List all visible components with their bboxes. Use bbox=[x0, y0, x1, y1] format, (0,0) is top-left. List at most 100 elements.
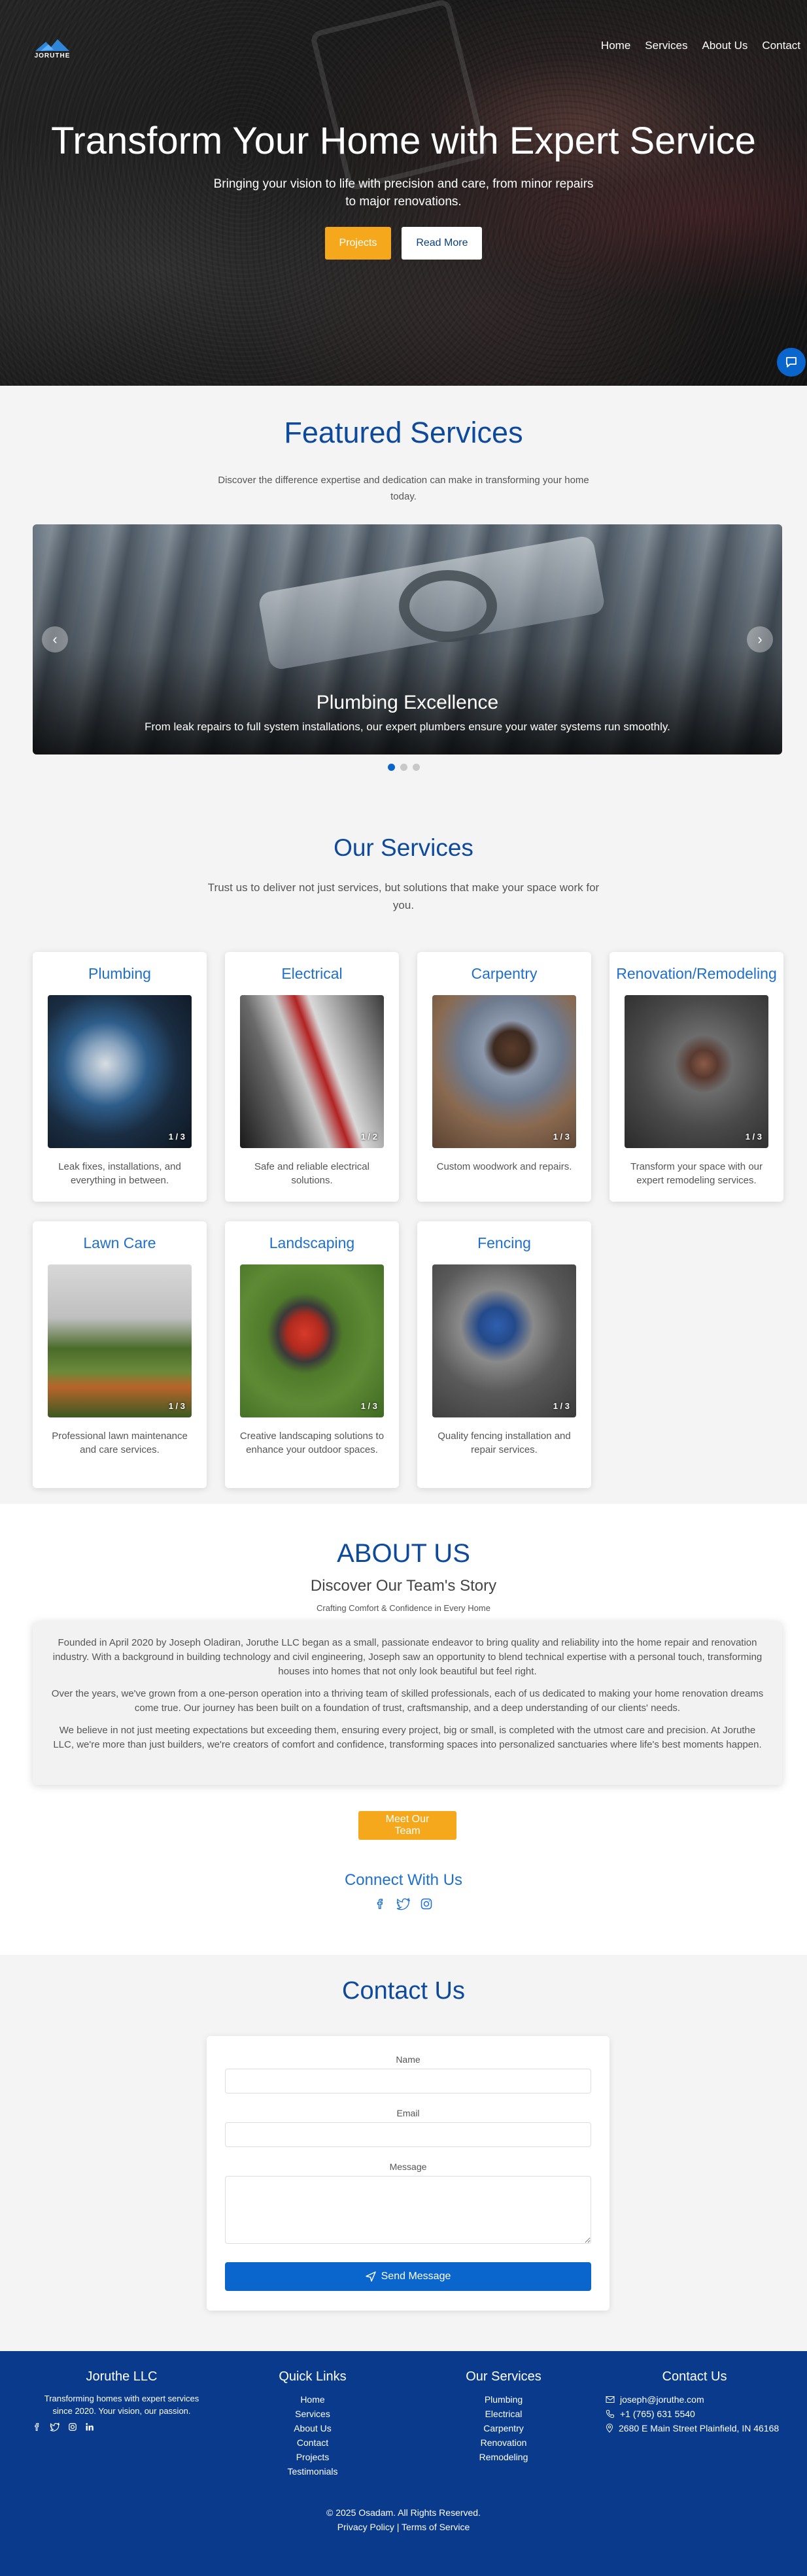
chat-icon bbox=[786, 357, 797, 367]
footer-link-contact[interactable]: Contact bbox=[221, 2435, 404, 2450]
logo-icon[interactable] bbox=[31, 34, 73, 64]
service-card-lawn-care[interactable]: Lawn Care 1 / 3 Professional lawn mainte… bbox=[33, 1221, 207, 1488]
footer-service-carpentry[interactable]: Carpentry bbox=[412, 2421, 595, 2435]
carousel-dot-3[interactable] bbox=[412, 764, 420, 771]
twitter-icon[interactable] bbox=[50, 2422, 60, 2432]
facebook-icon[interactable] bbox=[374, 1897, 387, 1910]
featured-title: Featured Services bbox=[284, 416, 523, 449]
send-message-button[interactable]: Send Message bbox=[225, 2262, 591, 2291]
featured-carousel[interactable]: ‹ › Plumbing Excellence From leak repair… bbox=[33, 524, 782, 754]
meet-our-team-button[interactable]: Meet Our Team bbox=[358, 1811, 456, 1840]
footer-phone-row[interactable]: +1 (765) 631 5540 bbox=[603, 2407, 786, 2421]
footer-link-services[interactable]: Services bbox=[221, 2407, 404, 2421]
footer-service-remodeling[interactable]: Remodeling bbox=[412, 2450, 595, 2464]
card-description: Quality fencing installation and repair … bbox=[438, 1431, 571, 1455]
about-paragraph-2: Over the years, we've grown from a one-p… bbox=[51, 1688, 764, 1714]
card-title: Renovation/Remodeling bbox=[616, 965, 777, 982]
card-description: Custom woodwork and repairs. bbox=[436, 1161, 572, 1172]
footer-address: 2680 E Main Street Plainfield, IN 46168 bbox=[619, 2423, 780, 2433]
card-image[interactable]: 1 / 3 bbox=[48, 995, 192, 1148]
service-card-electrical[interactable]: Electrical 1 / 2 Safe and reliable elect… bbox=[225, 952, 399, 1202]
chevron-right-icon: › bbox=[757, 631, 763, 647]
nav-home-link[interactable]: Home bbox=[601, 39, 630, 52]
footer-service-renovation[interactable]: Renovation bbox=[412, 2435, 595, 2450]
card-title: Landscaping bbox=[269, 1234, 355, 1251]
footer-email: joseph@joruthe.com bbox=[620, 2394, 704, 2405]
footer-email-row[interactable]: joseph@joruthe.com bbox=[603, 2392, 786, 2407]
card-image[interactable]: 1 / 3 bbox=[240, 1264, 384, 1417]
email-label: Email bbox=[396, 2108, 420, 2118]
mail-icon bbox=[606, 2396, 615, 2403]
service-card-fencing[interactable]: Fencing 1 / 3 Quality fencing installati… bbox=[417, 1221, 591, 1488]
message-field[interactable] bbox=[225, 2176, 591, 2244]
instagram-icon[interactable] bbox=[420, 1897, 433, 1910]
image-counter: 1 / 3 bbox=[168, 1132, 185, 1142]
legal-separator: | bbox=[396, 2522, 400, 2532]
footer-quick-links-column: Quick Links Home Services About Us Conta… bbox=[221, 2369, 404, 2479]
privacy-policy-link[interactable]: Privacy Policy bbox=[337, 2522, 394, 2532]
email-field[interactable] bbox=[225, 2122, 591, 2147]
footer-service-plumbing[interactable]: Plumbing bbox=[412, 2392, 595, 2407]
image-counter: 1 / 2 bbox=[360, 1132, 377, 1142]
card-description: Safe and reliable electrical solutions. bbox=[254, 1161, 369, 1186]
name-field[interactable] bbox=[225, 2069, 591, 2093]
footer-contact-column: Contact Us joseph@joruthe.com +1 (765) 6… bbox=[603, 2369, 786, 2435]
footer-link-home[interactable]: Home bbox=[221, 2392, 404, 2407]
hero-buttons: Projects Read More bbox=[0, 227, 807, 260]
footer-link-projects[interactable]: Projects bbox=[221, 2450, 404, 2464]
service-card-plumbing[interactable]: Plumbing 1 / 3 Leak fixes, installations… bbox=[33, 952, 207, 1202]
carousel-next-button[interactable]: › bbox=[747, 626, 773, 652]
read-more-button[interactable]: Read More bbox=[402, 227, 483, 260]
carousel-dot-1[interactable] bbox=[387, 764, 395, 771]
footer-about-text: Transforming homes with expert services … bbox=[44, 2394, 199, 2416]
card-title: Fencing bbox=[477, 1234, 531, 1251]
footer-services-title: Our Services bbox=[466, 2369, 541, 2384]
featured-services-section: Featured Services Discover the differenc… bbox=[0, 386, 807, 817]
connect-title: Connect With Us bbox=[344, 1871, 463, 1889]
instagram-icon[interactable] bbox=[68, 2422, 77, 2432]
terms-of-service-link[interactable]: Terms of Service bbox=[402, 2522, 470, 2532]
card-title: Plumbing bbox=[88, 965, 151, 982]
name-label: Name bbox=[396, 2054, 421, 2065]
service-card-carpentry[interactable]: Carpentry 1 / 3 Custom woodwork and repa… bbox=[417, 952, 591, 1202]
image-counter: 1 / 3 bbox=[745, 1132, 762, 1142]
card-image[interactable]: 1 / 3 bbox=[432, 1264, 576, 1417]
facebook-icon[interactable] bbox=[33, 2422, 42, 2432]
card-image[interactable]: 1 / 3 bbox=[48, 1264, 192, 1417]
message-label: Message bbox=[389, 2161, 427, 2172]
card-title: Lawn Care bbox=[83, 1234, 156, 1251]
image-counter: 1 / 3 bbox=[168, 1401, 185, 1411]
nav-contact-link[interactable]: Contact bbox=[762, 39, 800, 52]
footer-bottom: © 2025 Osadam. All Rights Reserved. Priv… bbox=[0, 2505, 807, 2534]
linkedin-icon[interactable] bbox=[85, 2422, 94, 2432]
nav-about-link[interactable]: About Us bbox=[702, 39, 747, 52]
image-counter: 1 / 3 bbox=[553, 1132, 570, 1142]
about-paragraph-1: Founded in April 2020 by Joseph Oladiran… bbox=[52, 1637, 763, 1677]
projects-button[interactable]: Projects bbox=[324, 227, 392, 260]
chat-button[interactable] bbox=[777, 348, 806, 377]
nav-services-link[interactable]: Services bbox=[645, 39, 687, 52]
contact-title: Contact Us bbox=[342, 1977, 465, 2005]
card-image[interactable]: 1 / 3 bbox=[625, 995, 768, 1148]
card-title: Carpentry bbox=[471, 965, 538, 982]
card-image[interactable]: 1 / 2 bbox=[240, 995, 384, 1148]
carousel-prev-button[interactable]: ‹ bbox=[42, 626, 68, 652]
card-image[interactable]: 1 / 3 bbox=[432, 995, 576, 1148]
footer-link-about[interactable]: About Us bbox=[221, 2421, 404, 2435]
about-story-box: Founded in April 2020 by Joseph Oladiran… bbox=[33, 1621, 782, 1785]
image-counter: 1 / 3 bbox=[553, 1401, 570, 1411]
footer-company-column: Joruthe LLC Transforming homes with expe… bbox=[30, 2369, 213, 2432]
footer-link-testimonials[interactable]: Testimonials bbox=[221, 2464, 404, 2479]
about-section: ABOUT US Discover Our Team's Story Craft… bbox=[0, 1504, 807, 1955]
footer-quick-links-title: Quick Links bbox=[279, 2369, 347, 2384]
hero-subtitle: Bringing your vision to life with precis… bbox=[213, 177, 594, 209]
service-card-renovation[interactable]: Renovation/Remodeling 1 / 3 Transform yo… bbox=[610, 952, 783, 1202]
social-links bbox=[0, 1897, 807, 1910]
twitter-icon[interactable] bbox=[396, 1897, 411, 1910]
carousel-dot-2[interactable] bbox=[400, 764, 407, 771]
footer-copyright: © 2025 Osadam. All Rights Reserved. bbox=[326, 2507, 481, 2518]
footer-service-electrical[interactable]: Electrical bbox=[412, 2407, 595, 2421]
footer-contact-title: Contact Us bbox=[662, 2369, 727, 2384]
service-card-landscaping[interactable]: Landscaping 1 / 3 Creative landscaping s… bbox=[225, 1221, 399, 1488]
our-services-section: Our Services Trust us to deliver not jus… bbox=[0, 817, 807, 1504]
